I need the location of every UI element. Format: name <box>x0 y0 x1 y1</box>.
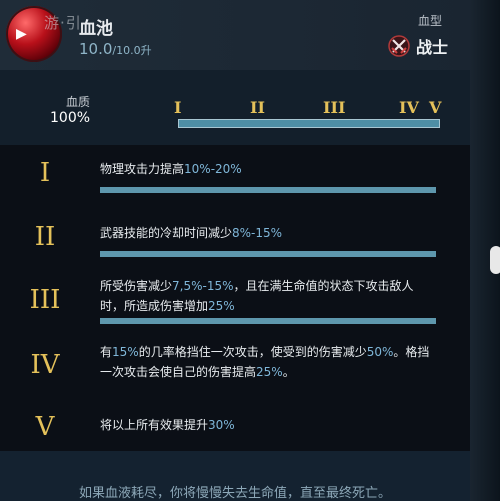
quality-progress-fill <box>179 120 439 127</box>
tier-marker-3: III <box>323 98 346 117</box>
class-name: 战士 <box>415 38 448 57</box>
effect-text: 所受伤害减少7,5%-15%，且在满生命值的状态下攻击敌人 时，所造成伤害增加2… <box>100 279 414 313</box>
crossed-swords-icon <box>388 35 410 57</box>
volume-unit: /10.0升 <box>112 44 152 57</box>
tier-numeral: III <box>29 285 61 315</box>
effect-text: 有15%的几率格挡住一次攻击，使受到的伤害减少50%。格挡 一次攻击会使自己的伤… <box>100 345 430 379</box>
volume-value: 10.0 <box>79 40 113 58</box>
effect-divider-bar <box>100 187 436 193</box>
depletion-warning: 如果血液耗尽，你将慢慢失去生命值，直至最终死亡。 <box>78 486 391 501</box>
tier-marker-4: IV <box>399 98 419 117</box>
tier-numeral: I <box>39 158 51 188</box>
tier-marker-5: V <box>429 98 442 117</box>
effects-list: I 物理攻击力提高10%-20% II 武器技能的冷却时间减少8%-15% II… <box>0 145 470 451</box>
pool-title: 血池 <box>79 19 113 39</box>
watermark: 游·引 <box>44 14 82 32</box>
blood-pool-panel: ▶ 游·引 血池 10.0/10.0升 血型 战士 血质 100% I II I… <box>0 0 470 501</box>
tier-numeral: II <box>34 222 56 252</box>
tier-marker-1: I <box>174 98 182 117</box>
blood-quality-section: 血质 100% I II III IV V <box>0 70 470 145</box>
effect-divider-bar <box>100 251 436 257</box>
tier-numeral: IV <box>30 350 60 380</box>
right-edge-strip <box>470 0 500 501</box>
tier-numeral: V <box>35 412 55 442</box>
quality-progress-bar <box>178 119 440 128</box>
scroll-handle[interactable] <box>490 246 500 274</box>
footer: 如果血液耗尽，你将慢慢失去生命值，直至最终死亡。 <box>0 451 470 501</box>
tier-marker-2: II <box>250 98 265 117</box>
effect-text: 物理攻击力提高10%-20% <box>100 162 242 176</box>
effect-text: 将以上所有效果提升30% <box>100 418 235 432</box>
blood-type-class[interactable]: 战士 <box>388 34 448 58</box>
blood-type-label: 血型 <box>417 14 442 28</box>
effect-divider-bar <box>100 318 436 324</box>
play-icon: ▶ <box>16 26 27 42</box>
header: ▶ 游·引 血池 10.0/10.0升 血型 战士 <box>0 0 470 70</box>
quality-label: 血质 <box>66 95 91 109</box>
quality-value: 100% <box>50 110 91 126</box>
effect-text: 武器技能的冷却时间减少8%-15% <box>100 226 283 240</box>
pool-volume: 10.0/10.0升 <box>79 40 152 58</box>
